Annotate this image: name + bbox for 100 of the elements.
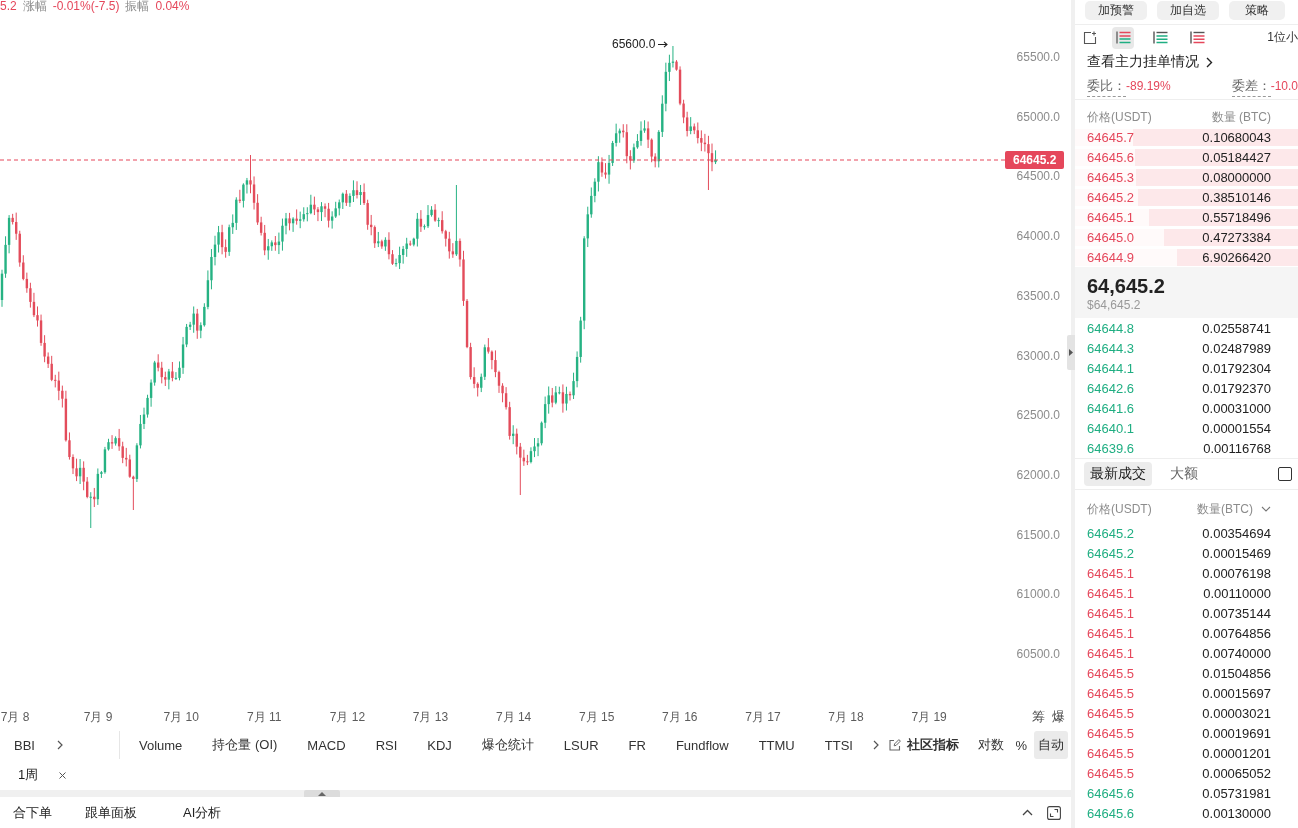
panel-tab[interactable]: 跟单面板 [85,803,137,822]
indicator-tab[interactable]: FR [628,736,646,754]
action-button[interactable]: 加预警 [1085,1,1147,20]
action-button[interactable]: 加自选 [1157,1,1219,20]
price-axis-label: 65500.0 [1016,50,1060,64]
ask-price: 64645.2 [1087,189,1134,205]
bid-price: 64644.3 [1087,340,1134,356]
bid-price: 64639.6 [1087,440,1134,456]
chevron-up-icon[interactable] [1022,809,1033,816]
trade-amount: 0.00019691 [1202,725,1271,741]
ask-amount: 0.05184427 [1202,149,1271,165]
price-axis-label: 64000.0 [1016,229,1060,244]
trade-price: 64645.2 [1087,525,1134,541]
panel-toggle-button[interactable] [1067,335,1075,370]
ask-amount: 0.55718496 [1202,209,1271,225]
precision-selector[interactable]: 1位小 [1267,29,1298,46]
ask-amount: 6.90266420 [1202,249,1271,265]
action-button[interactable]: 策略 [1229,1,1285,20]
price-axis-label: 63500.0 [1016,288,1060,303]
ask-price: 64645.3 [1087,169,1134,185]
last-price-tag: 64645.2 [1005,151,1065,169]
ask-price: 64645.1 [1087,209,1134,225]
chart-toggle-button[interactable]: 爆 [1052,708,1065,726]
date-axis-label: 7月 9 [83,710,113,724]
date-axis-label: 7月 19 [911,710,947,724]
trade-price: 64645.5 [1087,705,1134,721]
indicator-tab[interactable]: Fundflow [675,736,729,754]
date-axis-label: 7月 10 [163,710,199,724]
indicator-tab[interactable]: TTMU [758,736,795,754]
trade-price: 64645.1 [1087,645,1134,661]
checkbox[interactable] [1278,467,1292,481]
date-axis-label: 7月 8 [0,710,30,724]
indicator-tab[interactable]: KDJ [427,736,452,754]
split-list-icon [1115,31,1131,44]
indicator-tab[interactable]: 爆仓统计 [481,736,534,754]
indicator-tab[interactable]: MACD [307,736,346,754]
date-axis-label: 7月 12 [329,710,366,724]
ask-amount: 0.47273384 [1202,229,1271,245]
trade-amount: 0.00354694 [1202,525,1271,541]
panel-tab[interactable]: AI分析 [183,803,222,822]
trade-amount: 0.01504856 [1202,665,1271,681]
quote-value: -0.01%(-7.5) [52,0,120,14]
bid-amount: 0.00031000 [1202,400,1271,416]
quote-value: 5.2 [0,0,17,14]
chevron-right-icon[interactable] [872,740,879,750]
price-axis-label: 62000.0 [1016,467,1060,482]
trade-price: 64645.5 [1087,765,1134,781]
ask-amount: 0.10680043 [1202,129,1271,145]
orderbook-view-button[interactable] [1112,26,1134,49]
trade-price: 64645.1 [1087,565,1134,581]
indicator-tab[interactable]: 持仓量 (OI) [212,736,278,754]
ask-price: 64645.6 [1087,149,1134,165]
bid-price: 64644.1 [1087,360,1134,376]
column-header: 价格(USDT) [1087,500,1152,518]
date-axis-label: 7月 14 [495,710,532,724]
last-price-usd: $64,645.2 [1087,297,1141,312]
expand-icon[interactable] [1047,805,1061,820]
trade-price: 64645.5 [1087,665,1134,681]
close-icon[interactable] [59,771,67,779]
bid-price: 64644.8 [1087,320,1134,336]
trades-tab[interactable]: 大额 [1164,462,1204,486]
indicator-tab[interactable]: LSUR [563,736,599,754]
trade-amount: 0.00015697 [1202,685,1271,701]
ask-price: 64645.7 [1087,129,1134,145]
trade-amount: 0.00740000 [1202,645,1271,661]
main-orders-link[interactable]: 查看主力挂单情况 [1075,50,1213,74]
indicator-tab[interactable]: Volume [138,736,183,754]
indicator-tab[interactable]: BBI [14,737,35,753]
chevron-right-icon[interactable] [56,740,63,750]
scale-option[interactable]: 对数 [974,731,1009,759]
trade-amount: 0.00001201 [1202,745,1271,761]
list-icon [1152,31,1168,44]
scale-option[interactable]: % [1011,732,1031,758]
panel-tab[interactable]: 合下单 [13,803,52,822]
price-axis-label: 60500.0 [1016,647,1060,661]
indicator-tab[interactable]: RSI [375,736,398,754]
trades-tab[interactable]: 最新成交 [1084,462,1152,486]
last-price: 64,645.2 [1087,273,1165,298]
price-axis-label: 65000.0 [1016,109,1060,124]
trade-price: 64645.1 [1087,605,1134,621]
scale-option[interactable]: 自动 [1034,731,1068,759]
square-plus-icon[interactable] [1083,30,1097,45]
trade-price: 64645.1 [1087,625,1134,641]
unit-dropdown[interactable]: 数量(BTC) [1197,500,1271,518]
community-indicators-button[interactable]: 社区指标 [907,736,960,754]
bid-price: 64642.6 [1087,380,1134,396]
chevron-down-icon [1261,506,1271,512]
resize-handle[interactable] [304,790,340,797]
column-header: 价格(USDT) [1087,108,1152,126]
indicator-tab[interactable]: TTSI [824,736,853,754]
edit-icon[interactable] [889,739,902,751]
chart-toggle-button[interactable]: 筹 [1032,708,1045,726]
interval-tag: 1周 [18,766,39,784]
price-axis-label: 63000.0 [1016,348,1060,363]
price-axis-label: 62500.0 [1016,408,1060,423]
bid-amount: 0.02558741 [1202,320,1271,336]
bid-price: 64641.6 [1087,400,1134,416]
date-axis-label: 7月 11 [247,710,282,724]
ask-price: 64644.9 [1087,249,1134,265]
bid-price: 64640.1 [1087,420,1134,436]
